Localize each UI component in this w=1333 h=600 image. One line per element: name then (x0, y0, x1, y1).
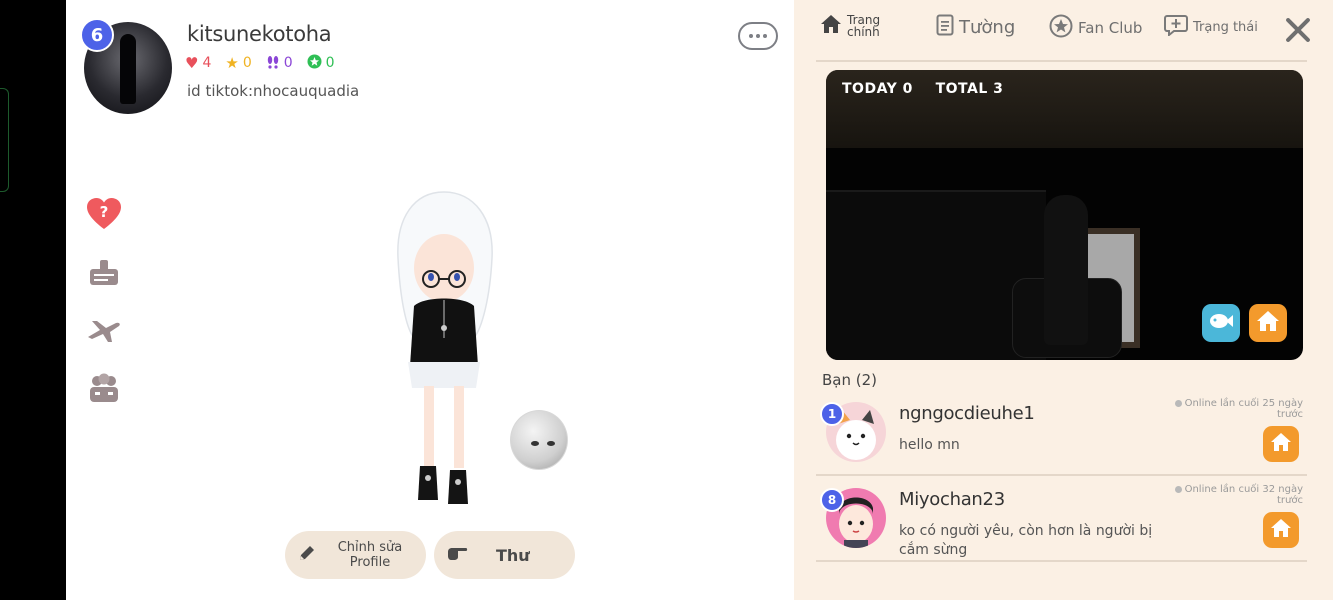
home-icon (1270, 518, 1292, 542)
home-icon (1270, 432, 1292, 456)
star-circle-icon (1049, 14, 1073, 42)
mail-button[interactable]: Thư (434, 531, 575, 579)
footprints-icon (266, 55, 280, 72)
tab-home-label: Trang chính (847, 13, 881, 39)
airplane-icon[interactable] (86, 312, 122, 348)
stat-footprints: 0 (266, 54, 293, 72)
hearts-count: 4 (202, 55, 212, 71)
add-status-icon (1164, 14, 1188, 40)
friend-message: hello mn (899, 437, 960, 453)
edit-profile-button[interactable]: Chỉnh sửa Profile (285, 531, 426, 579)
friend-level-badge: 8 (820, 488, 844, 512)
friend-home-button[interactable] (1263, 426, 1299, 462)
tab-fan-club[interactable]: Fan Club (1049, 14, 1142, 42)
profile-avatar[interactable]: 6 (80, 18, 172, 114)
pencil-icon (297, 543, 317, 567)
star-icon: ★ (225, 53, 239, 72)
friend-last-online: Online lần cuối 32 ngày trước (1173, 484, 1303, 506)
left-edge-strip (0, 0, 66, 600)
clover-icon (307, 54, 322, 72)
heart-question-icon[interactable]: ? (86, 196, 122, 232)
hand-point-icon (446, 543, 468, 567)
level-badge: 6 (80, 18, 114, 52)
fish-button[interactable] (1202, 304, 1240, 342)
tab-status-label: Trạng thái (1193, 19, 1258, 35)
total-label: TOTAL (935, 81, 988, 97)
username: kitsunekotoha (187, 22, 332, 46)
stat-clovers: 0 (307, 54, 335, 72)
edge-handle[interactable] (0, 88, 9, 192)
more-options-icon[interactable] (738, 22, 778, 50)
profile-pane: 6 kitsunekotoha ♥ 4 ★ 0 0 0 id tiktok:nh… (66, 0, 794, 600)
friends-title: Bạn (2) (822, 371, 878, 389)
friend-message: ko có người yêu, còn hơn là người bị cắm… (899, 523, 1153, 558)
room-home-button[interactable] (1249, 304, 1287, 342)
stat-hearts: ♥ 4 (185, 54, 211, 72)
room-preview[interactable]: TODAY 0 TOTAL 3 (826, 70, 1303, 360)
clovers-count: 0 (325, 55, 335, 71)
home-icon (820, 14, 842, 38)
pet-companion[interactable] (510, 410, 568, 470)
group-icon[interactable] (86, 370, 122, 406)
document-icon (936, 14, 954, 40)
tab-wall[interactable]: Tường (936, 14, 1015, 40)
mail-label: Thư (496, 545, 530, 565)
close-icon[interactable] (1284, 16, 1312, 44)
friend-name: Miyochan23 (899, 489, 1005, 510)
svg-text:?: ? (100, 203, 109, 221)
side-icon-column: ? (86, 196, 122, 406)
top-nav: Trang chính Tường Fan Club Trạng thái (794, 0, 1333, 60)
list-item[interactable]: 1 ngngocdieuhe1 hello mn Online lần cuối… (816, 390, 1307, 476)
list-item[interactable]: 8 Miyochan23 ko có người yêu, còn hơn là… (816, 476, 1307, 562)
badge-icon[interactable] (86, 254, 122, 290)
right-panel: Trang chính Tường Fan Club Trạng thái TO… (794, 0, 1333, 600)
stat-stars: ★ 0 (225, 54, 251, 72)
nav-divider (816, 60, 1307, 62)
tab-home[interactable]: Trang chính (820, 14, 883, 38)
tab-status[interactable]: Trạng thái (1164, 14, 1258, 40)
friend-name: ngngocdieuhe1 (899, 403, 1035, 424)
profile-stats: ♥ 4 ★ 0 0 0 (185, 54, 335, 72)
tab-fan-club-label: Fan Club (1078, 19, 1143, 37)
character-avatar[interactable] (384, 188, 504, 513)
friend-home-button[interactable] (1263, 512, 1299, 548)
today-value: 0 (902, 81, 913, 97)
today-label: TODAY (842, 81, 898, 97)
total-value: 3 (993, 81, 1004, 97)
tab-wall-label: Tường (959, 16, 1016, 38)
home-icon (1256, 310, 1280, 336)
fish-icon (1208, 312, 1234, 334)
stars-count: 0 (242, 55, 252, 71)
profile-bio: id tiktok:nhocauquadia (187, 82, 360, 100)
friend-last-online: Online lần cuối 25 ngày trước (1173, 398, 1303, 420)
friend-level-badge: 1 (820, 402, 844, 426)
edit-profile-label: Chỉnh sửa Profile (337, 540, 403, 570)
heart-icon: ♥ (185, 53, 199, 72)
visit-counter: TODAY 0 TOTAL 3 (842, 81, 1003, 97)
footprints-count: 0 (283, 55, 293, 71)
